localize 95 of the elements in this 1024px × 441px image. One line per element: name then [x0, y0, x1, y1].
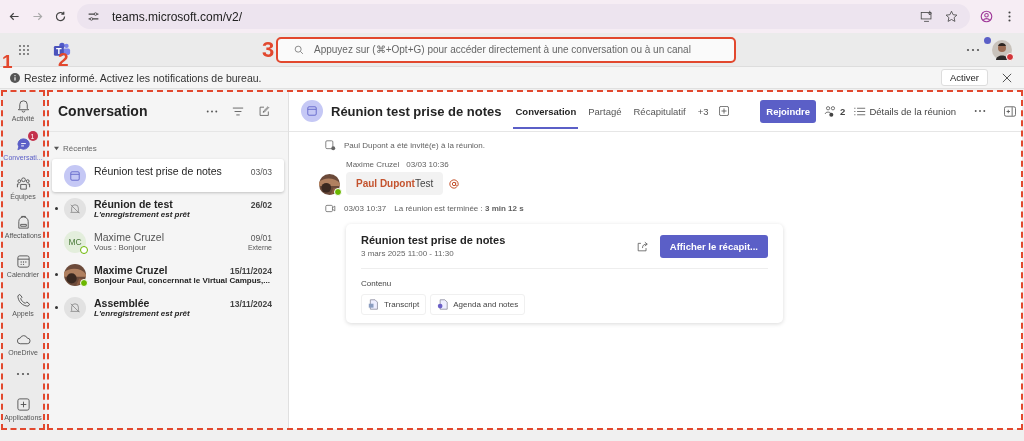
- conversation-item[interactable]: Réunion de test 26/02 L'enregistrement est prêt: [52, 192, 284, 225]
- add-tab-icon[interactable]: [718, 106, 729, 116]
- avatar-initials: MC: [64, 231, 86, 253]
- system-message: Paul Dupont a été invité(e) à la réunion.: [344, 141, 485, 150]
- mention-link[interactable]: Paul Dupont: [356, 178, 415, 189]
- conversation-title: Maxime Cruzel: [94, 231, 164, 243]
- conversation-preview: L'enregistrement est prêt: [94, 309, 190, 318]
- phone-icon: [15, 293, 31, 308]
- conversation-date: 15/11/2024: [229, 266, 272, 276]
- annotation-number: 2: [58, 50, 69, 69]
- site-settings-icon[interactable]: [87, 10, 100, 23]
- conversation-item[interactable]: Maxime Cruzel 15/11/2024 Bonjour Paul, concernnat le Virtual Campus,...: [52, 258, 284, 291]
- activate-button[interactable]: Activer: [940, 69, 988, 86]
- notes-icon: [437, 299, 449, 310]
- profile-icon[interactable]: [980, 10, 993, 23]
- document-icon: [368, 299, 379, 310]
- more-icon[interactable]: [966, 47, 980, 52]
- search-field[interactable]: Appuyez sur (⌘+Opt+G) pour accéder directement à une conversation ou à un canal: [278, 38, 734, 61]
- file-chip[interactable]: Agenda and notes: [430, 294, 526, 315]
- conversation-date: 09/01: [250, 233, 272, 243]
- backpack-icon: [15, 215, 31, 230]
- chat-icon: [15, 137, 31, 152]
- conversation-preview: Bonjour Paul, concernnat le Virtual Campus,...: [94, 276, 270, 285]
- close-icon[interactable]: [1002, 72, 1012, 83]
- address-bar[interactable]: teams.microsoft.com/v2/: [77, 4, 970, 29]
- people-icon: [824, 104, 838, 118]
- presence-icon: [80, 246, 88, 254]
- unread-dot: [55, 306, 58, 309]
- event-text: La réunion est terminée : 3 min 12 s: [394, 204, 524, 213]
- conversation-preview: Vous : Bonjour: [94, 243, 147, 252]
- tab[interactable]: Partagé: [586, 93, 624, 129]
- url-text: teams.microsoft.com/v2/: [112, 9, 243, 24]
- message-time: 03/03 10:36: [406, 160, 449, 169]
- side-panel-icon[interactable]: [1004, 105, 1016, 117]
- calendar-icon: [325, 140, 336, 151]
- filter-icon[interactable]: [232, 105, 244, 117]
- unread-dot: [55, 273, 58, 276]
- install-icon[interactable]: [920, 10, 933, 23]
- people-icon: [15, 176, 31, 191]
- card-title: Réunion test prise de notes: [361, 234, 506, 246]
- conversation-item[interactable]: Réunion test prise de notes 03/03: [52, 159, 284, 192]
- presence-icon: [334, 188, 342, 196]
- recap-button[interactable]: Afficher le récapit...: [659, 234, 768, 258]
- search-icon: [294, 44, 304, 55]
- conversation-item[interactable]: Assemblée 13/11/2024 L'enregistrement est prêt: [52, 291, 284, 324]
- muted-bell-icon: [64, 198, 86, 220]
- notification-text: Restez informé. Activez les notifications de bureau.: [24, 71, 262, 84]
- calendar-icon: [64, 165, 86, 187]
- card-section-label: Contenu: [361, 279, 393, 288]
- annotation-number: 1: [2, 52, 13, 71]
- more-icon[interactable]: [974, 109, 986, 113]
- notification-dot: [984, 37, 991, 44]
- conversation-title: Maxime Cruzel: [94, 264, 168, 276]
- add-icon: [15, 397, 31, 412]
- back-icon[interactable]: [8, 10, 21, 23]
- share-icon[interactable]: [636, 240, 648, 252]
- tab[interactable]: Récapitulatif: [631, 93, 688, 129]
- compose-icon[interactable]: [258, 105, 270, 117]
- app-launcher-icon[interactable]: [18, 43, 30, 56]
- chat-title: Réunion test prise de notes: [331, 103, 502, 119]
- join-button[interactable]: Rejoindre: [760, 99, 817, 123]
- star-icon[interactable]: [945, 10, 958, 23]
- panel-title: Conversation: [58, 103, 148, 119]
- caret-icon: [54, 146, 59, 151]
- meeting-details-button[interactable]: Détails de la réunion: [853, 104, 956, 118]
- message-text: Test: [414, 178, 434, 189]
- muted-bell-icon: [64, 297, 86, 319]
- event-time: 03/03 10:37: [344, 204, 387, 213]
- section-header[interactable]: Récentes: [48, 132, 288, 159]
- status-dot: [1006, 52, 1014, 61]
- conversation-date: 03/03: [250, 167, 272, 177]
- conversation-title: Réunion de test: [94, 198, 173, 210]
- mention-icon: [449, 178, 460, 189]
- cloud-icon: [15, 332, 31, 347]
- conversation-date: 13/11/2024: [229, 299, 272, 309]
- conversation-title: Assemblée: [94, 297, 150, 309]
- message-author: Maxime Cruzel: [346, 160, 400, 169]
- presence-icon: [80, 279, 88, 287]
- tab[interactable]: Conversation: [513, 93, 579, 129]
- conversation-date: 26/02: [250, 200, 272, 210]
- conversation-title: Réunion test prise de notes: [94, 165, 222, 177]
- info-icon: [10, 72, 20, 83]
- video-icon: [325, 203, 336, 214]
- unread-dot: [55, 207, 58, 210]
- bell-icon: [15, 98, 31, 113]
- more-icon[interactable]: [16, 372, 30, 376]
- more-tabs-button[interactable]: +3: [695, 93, 711, 129]
- calendar-icon: [301, 100, 323, 122]
- conversation-preview: L'enregistrement est prêt: [94, 210, 190, 219]
- annotation-number: 3: [262, 39, 275, 61]
- calendar-icon: [15, 254, 31, 269]
- participants-button[interactable]: 2: [824, 104, 846, 118]
- reload-icon[interactable]: [54, 10, 67, 23]
- file-chip[interactable]: Transcript: [361, 294, 427, 315]
- card-date: 3 mars 2025 11:00 - 11:30: [361, 249, 455, 258]
